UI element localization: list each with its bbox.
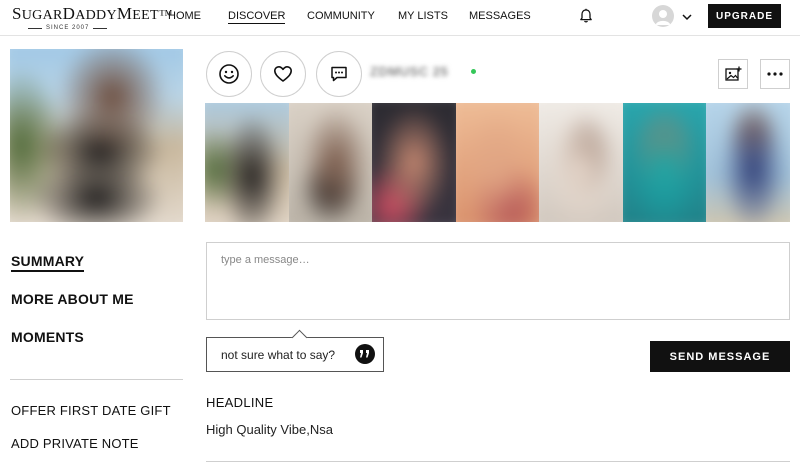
bell-icon[interactable]	[578, 8, 594, 24]
top-header: SUGARDADDYMEET™ SINCE 2007 HOME DISCOVER…	[0, 0, 800, 36]
gallery-photo[interactable]	[539, 103, 623, 222]
request-photo-button[interactable]	[718, 59, 748, 89]
gallery-photo[interactable]	[205, 103, 289, 222]
headline-title: HEADLINE	[206, 395, 274, 410]
nav-my-lists[interactable]: MY LISTS	[398, 10, 448, 22]
nav-community[interactable]: COMMUNITY	[307, 10, 375, 22]
chat-bubble-icon	[331, 66, 347, 82]
gallery-photo[interactable]	[288, 103, 373, 222]
send-message-button[interactable]: SEND MESSAGE	[650, 341, 790, 372]
headline-text: High Quality Vibe,Nsa	[206, 422, 333, 437]
brand-since: SINCE 2007	[12, 25, 132, 31]
brand-name: SUGARDADDYMEET™	[12, 4, 173, 23]
nav-discover[interactable]: DISCOVER	[228, 10, 286, 24]
heart-icon	[274, 66, 292, 82]
favorite-button[interactable]	[260, 51, 306, 97]
ellipsis-icon	[767, 72, 783, 76]
sidebar-moments[interactable]: MOMENTS	[11, 329, 84, 345]
photo-gallery[interactable]	[205, 103, 790, 222]
gallery-photo[interactable]	[706, 103, 790, 222]
sidebar-divider	[10, 379, 183, 380]
nav-home[interactable]: HOME	[168, 10, 201, 22]
gallery-photo[interactable]	[622, 103, 707, 222]
brand-logo[interactable]: SUGARDADDYMEET™ SINCE 2007	[12, 4, 173, 31]
sidebar-more-about-me[interactable]: MORE ABOUT ME	[11, 291, 134, 307]
section-divider	[206, 461, 790, 462]
gallery-photo[interactable]	[455, 103, 540, 222]
gallery-photo[interactable]	[372, 103, 456, 222]
quote-icon	[355, 344, 375, 364]
upgrade-button[interactable]: UPGRADE	[708, 4, 781, 28]
sidebar-summary[interactable]: SUMMARY	[11, 253, 85, 272]
add-private-note-link[interactable]: ADD PRIVATE NOTE	[11, 436, 139, 451]
photo-add-icon	[725, 66, 742, 81]
smile-face-icon	[219, 64, 239, 84]
profile-username: ZDMUSC 25	[370, 64, 449, 79]
nav-messages[interactable]: MESSAGES	[469, 10, 531, 22]
wink-button[interactable]	[206, 51, 252, 97]
more-options-button[interactable]	[760, 59, 790, 89]
message-input[interactable]	[206, 242, 790, 320]
suggestion-label: not sure what to say?	[221, 347, 336, 362]
profile-photo[interactable]	[10, 49, 183, 222]
message-suggestion-button[interactable]: not sure what to say?	[206, 337, 384, 372]
user-avatar[interactable]	[652, 5, 674, 27]
chat-button[interactable]	[316, 51, 362, 97]
chevron-down-icon[interactable]	[681, 10, 693, 22]
offer-date-gift-link[interactable]: OFFER FIRST DATE GIFT	[11, 403, 171, 418]
online-status-dot	[471, 69, 476, 74]
